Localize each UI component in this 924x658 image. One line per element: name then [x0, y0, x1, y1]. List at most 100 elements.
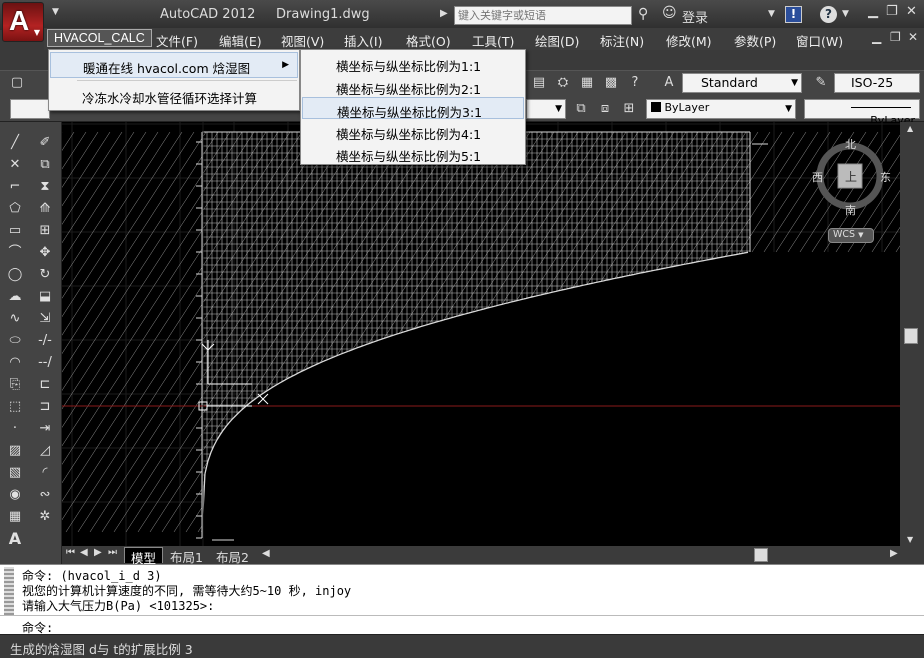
calculator-icon[interactable]: ▩	[602, 74, 620, 92]
break-icon[interactable]: ⊐	[36, 398, 54, 416]
layer-previous-icon[interactable]: ⧈	[596, 100, 614, 118]
drawing-minimize-button[interactable]: ▁	[872, 30, 881, 44]
viewcube[interactable]: 上 北 南 东 西	[808, 134, 892, 218]
explode-icon[interactable]: ✲	[36, 508, 54, 526]
fillet-icon[interactable]: ◜	[36, 464, 54, 482]
chamfer-icon[interactable]: ◿	[36, 442, 54, 460]
menu-tools[interactable]: 工具(T)	[472, 31, 514, 50]
submenu-item-ratio-5[interactable]: 横坐标与纵坐标比例为5:1	[302, 142, 524, 164]
move-icon[interactable]: ✥	[36, 244, 54, 262]
drawing-canvas[interactable]	[62, 122, 900, 546]
menu-item-psychrometric-chart[interactable]: 暖通在线 hvacol.com 焓湿图 ▶	[50, 52, 298, 78]
menu-dimension[interactable]: 标注(N)	[600, 31, 644, 50]
text-style-icon[interactable]: A	[660, 74, 678, 92]
application-menu-button[interactable]: A ▼	[2, 2, 44, 42]
make-block-icon[interactable]: ⬚	[6, 398, 24, 416]
copy-icon[interactable]: ⧉	[36, 156, 54, 174]
revcloud-icon[interactable]: ☁	[6, 288, 24, 306]
break-at-point-icon[interactable]: ⊏	[36, 376, 54, 394]
binoculars-icon[interactable]: ⚲	[638, 6, 648, 22]
compass-north-label[interactable]: 北	[845, 136, 856, 152]
properties-icon[interactable]: ▤	[530, 74, 548, 92]
horizontal-scroll-thumb[interactable]	[754, 548, 768, 562]
design-center-icon[interactable]: ⛭	[554, 74, 572, 92]
rotate-icon[interactable]: ↻	[36, 266, 54, 284]
submenu-item-ratio-1[interactable]: 横坐标与纵坐标比例为1:1	[302, 52, 524, 74]
menu-hvacol-calc[interactable]: HVACOL_CALC	[47, 29, 152, 47]
multiline-text-icon[interactable]: A	[6, 530, 24, 548]
scroll-down-icon[interactable]: ▼	[907, 535, 913, 544]
vertical-scroll-thumb[interactable]	[904, 328, 918, 344]
restore-button[interactable]: ❐	[886, 4, 898, 19]
command-line[interactable]: 命令:	[0, 615, 924, 635]
color-select[interactable]: ByLayer ▼	[646, 99, 796, 119]
line-icon[interactable]: ╱	[6, 134, 24, 152]
menu-insert[interactable]: 插入(I)	[344, 31, 382, 50]
blend-curves-icon[interactable]: ∾	[36, 486, 54, 504]
new-file-icon[interactable]: ▢	[8, 74, 26, 92]
erase-icon[interactable]: ✐	[36, 134, 54, 152]
submenu-item-ratio-3[interactable]: 横坐标与纵坐标比例为3:1	[302, 97, 524, 120]
hatch-icon[interactable]: ▨	[6, 442, 24, 460]
text-style-select[interactable]: Standard ▼	[682, 73, 802, 93]
insert-block-icon[interactable]: ⎘	[6, 376, 24, 394]
scale-icon[interactable]: ⬓	[36, 288, 54, 306]
polygon-icon[interactable]: ⬠	[6, 200, 24, 218]
tool-palettes-icon[interactable]: ▦	[578, 74, 596, 92]
gradient-icon[interactable]: ▧	[6, 464, 24, 482]
dim-style-icon[interactable]: ✎	[812, 74, 830, 92]
search-input[interactable]	[454, 6, 632, 25]
menu-window[interactable]: 窗口(W)	[796, 31, 843, 50]
ellipse-icon[interactable]: ⬭	[6, 332, 24, 350]
join-icon[interactable]: ⇥	[36, 420, 54, 438]
layer-walk-icon[interactable]: ⊞	[620, 100, 638, 118]
extend-icon[interactable]: --/	[36, 354, 54, 372]
login-dropdown-icon[interactable]: ▼	[768, 9, 775, 19]
submenu-item-ratio-2[interactable]: 横坐标与纵坐标比例为2:1	[302, 75, 524, 97]
offset-icon[interactable]: ⟰	[36, 200, 54, 218]
menu-format[interactable]: 格式(O)	[406, 31, 451, 50]
layer-select[interactable]	[10, 99, 50, 119]
circle-icon[interactable]: ◯	[6, 266, 24, 284]
submenu-item-ratio-4[interactable]: 横坐标与纵坐标比例为4:1	[302, 120, 524, 142]
menu-parametric[interactable]: 参数(P)	[734, 31, 776, 50]
stretch-icon[interactable]: ⇲	[36, 310, 54, 328]
menu-file[interactable]: 文件(F)	[156, 31, 198, 50]
drawing-restore-button[interactable]: ❐	[890, 30, 901, 44]
hscroll-left-icon[interactable]: ◀	[262, 548, 270, 559]
tab-model[interactable]: 模型	[124, 547, 164, 566]
rectangle-icon[interactable]: ▭	[6, 222, 24, 240]
user-icon[interactable]: ☺	[662, 5, 677, 21]
prev-layout-icon[interactable]: ◀	[80, 547, 88, 558]
menu-view[interactable]: 视图(V)	[281, 31, 324, 50]
menu-edit[interactable]: 编辑(E)	[219, 31, 262, 50]
menu-draw[interactable]: 绘图(D)	[535, 31, 579, 50]
search-expand-icon[interactable]: ▶	[440, 8, 448, 19]
last-layout-icon[interactable]: ⏭	[108, 547, 117, 558]
compass-south-label[interactable]: 南	[845, 202, 856, 218]
spline-icon[interactable]: ∿	[6, 310, 24, 328]
first-layout-icon[interactable]: ⏮	[66, 547, 75, 558]
table-icon[interactable]: ▦	[6, 508, 24, 526]
login-link[interactable]: 登录	[682, 7, 708, 26]
construction-line-icon[interactable]: ✕	[6, 156, 24, 174]
quick-access-dropdown-icon[interactable]: ▼	[52, 7, 59, 17]
tab-layout1[interactable]: 布局1	[164, 547, 209, 565]
next-layout-icon[interactable]: ▶	[94, 547, 102, 558]
wcs-menu[interactable]: WCS ▼	[828, 228, 874, 243]
polyline-icon[interactable]: ⌐	[6, 178, 24, 196]
array-icon[interactable]: ⊞	[36, 222, 54, 240]
help-button[interactable]: ?	[820, 6, 837, 23]
region-icon[interactable]: ◉	[6, 486, 24, 504]
arc-icon[interactable]: ⌒	[6, 244, 24, 262]
trim-icon[interactable]: -/-	[36, 332, 54, 350]
point-icon[interactable]: ·	[6, 420, 24, 438]
close-button[interactable]: ✕	[906, 4, 917, 19]
compass-west-label[interactable]: 西	[812, 169, 823, 185]
drawing-close-button[interactable]: ✕	[908, 30, 918, 44]
hscroll-right-icon[interactable]: ▶	[890, 548, 898, 559]
scroll-up-icon[interactable]: ▲	[907, 124, 913, 133]
tab-layout2[interactable]: 布局2	[210, 547, 255, 565]
exchange-button[interactable]: !	[785, 6, 802, 23]
match-layer-icon[interactable]: ⧉	[572, 100, 590, 118]
